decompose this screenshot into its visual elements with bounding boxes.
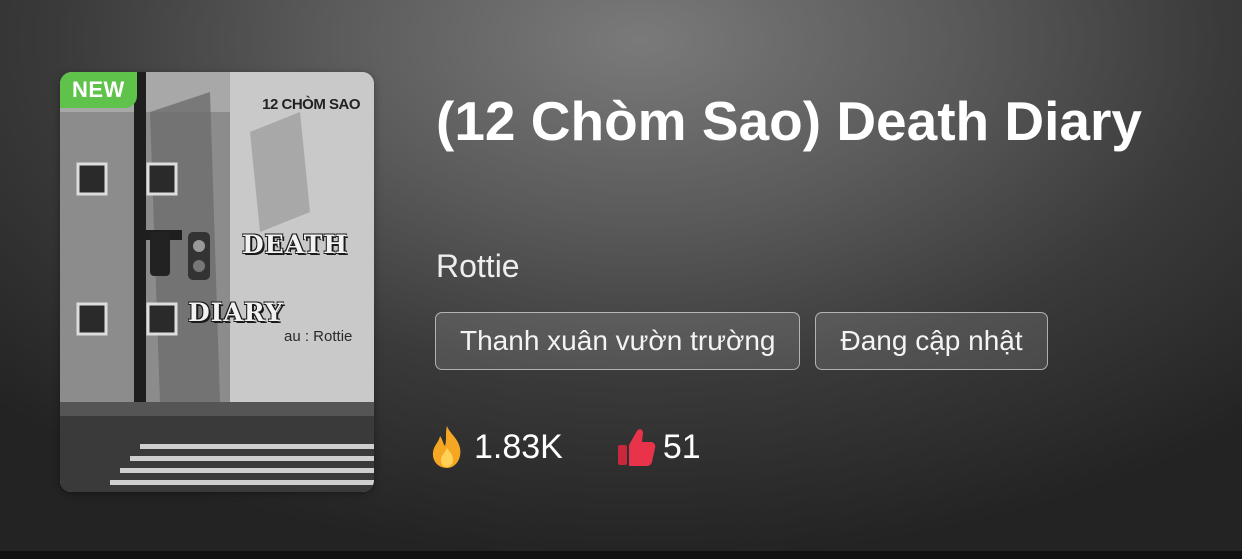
- tag-status[interactable]: Đang cập nhật: [815, 312, 1048, 370]
- thumbs-up-icon: [615, 425, 657, 469]
- likes-stat[interactable]: 51: [615, 425, 701, 469]
- cover-artwork: [60, 72, 374, 492]
- cover-author-line: au : Rottie: [284, 328, 353, 345]
- story-author[interactable]: Rottie: [436, 246, 520, 286]
- cover-title-line-1: DEATH: [242, 230, 348, 259]
- cover-series-label: 12 CHÒM SAO: [262, 96, 360, 113]
- story-title: (12 Chòm Sao) Death Diary: [436, 90, 1143, 152]
- tag-genre[interactable]: Thanh xuân vườn trường: [435, 312, 801, 370]
- views-stat: 1.83K: [426, 424, 563, 470]
- story-tags: Thanh xuân vườn trường Đang cập nhật: [435, 312, 1048, 370]
- story-header: NEW 12 CHÒM SAO DEATH DIARY au : Rottie …: [0, 0, 1242, 559]
- fire-icon: [426, 424, 468, 470]
- story-cover[interactable]: NEW 12 CHÒM SAO DEATH DIARY au : Rottie: [60, 72, 374, 492]
- story-stats: 1.83K 51: [426, 424, 701, 470]
- bottom-divider: [0, 551, 1242, 559]
- new-badge: NEW: [60, 72, 137, 108]
- views-count: 1.83K: [474, 427, 563, 466]
- likes-count: 51: [662, 427, 701, 466]
- cover-title-line-2: DIARY: [188, 298, 284, 327]
